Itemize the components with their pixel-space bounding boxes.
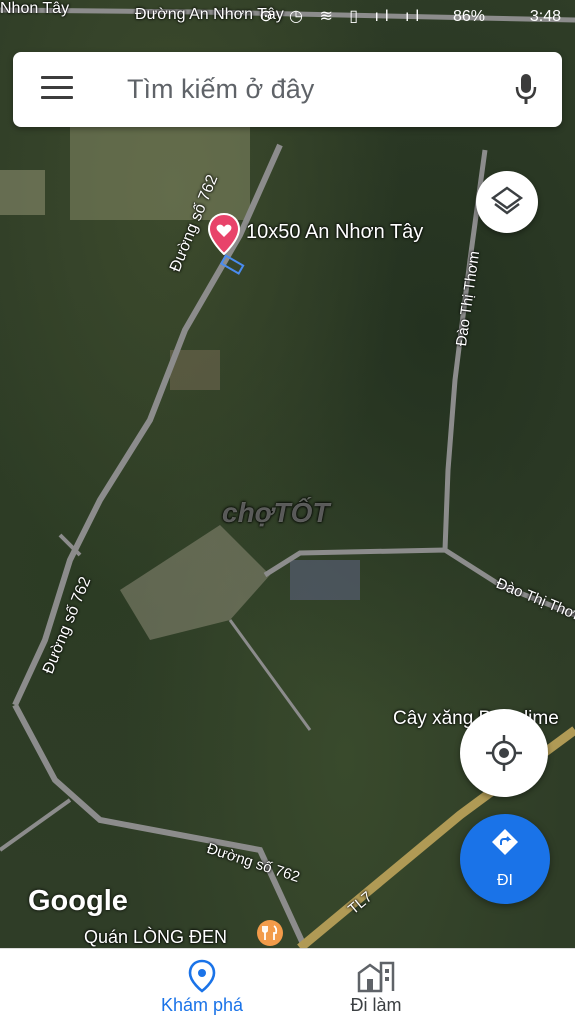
clock: 3:48 bbox=[529, 8, 561, 25]
directions-label: ĐI bbox=[497, 872, 513, 889]
crosshair-icon bbox=[486, 735, 522, 771]
search-input[interactable]: Tìm kiếm ở đây bbox=[127, 74, 314, 105]
layers-icon bbox=[490, 186, 524, 215]
layers-button[interactable] bbox=[476, 171, 538, 233]
menu-icon[interactable] bbox=[41, 76, 73, 102]
status-icons: ⊙ ◷ ≋ ▯ ıl ıl bbox=[259, 8, 425, 25]
restaurant-icon[interactable] bbox=[256, 919, 284, 947]
restaurant-label[interactable]: Quán LÒNG ĐEN bbox=[84, 927, 227, 948]
tab-commute[interactable]: Đi làm bbox=[276, 949, 476, 1025]
location-pin-icon bbox=[188, 959, 216, 993]
status-bar: ⊙ ◷ ≋ ▯ ıl ıl 86% 3:48 bbox=[0, 0, 575, 36]
search-bar[interactable]: Tìm kiếm ở đây bbox=[13, 52, 562, 127]
directions-icon bbox=[492, 829, 518, 855]
battery-level: 86% bbox=[452, 8, 485, 25]
tab-explore[interactable]: Khám phá bbox=[102, 949, 302, 1025]
directions-button[interactable]: ĐI bbox=[460, 814, 550, 904]
tab-explore-label: Khám phá bbox=[160, 995, 244, 1015]
place-pin-icon[interactable] bbox=[208, 213, 240, 255]
microphone-icon[interactable] bbox=[514, 72, 538, 106]
watermark: chợTỐT bbox=[222, 497, 330, 528]
commute-icon bbox=[357, 961, 395, 993]
bottom-navigation: Khám phá Đi làm bbox=[0, 948, 575, 1025]
satellite-map[interactable]: Đường An Nhơn Tây Nhon Tây Đường số 762 … bbox=[0, 0, 575, 948]
place-label[interactable]: 10x50 An Nhơn Tây bbox=[246, 221, 423, 244]
tab-commute-label: Đi làm bbox=[350, 995, 402, 1015]
map-roads bbox=[0, 7, 575, 948]
my-location-button[interactable] bbox=[460, 709, 548, 797]
google-attribution: Google bbox=[28, 885, 128, 917]
